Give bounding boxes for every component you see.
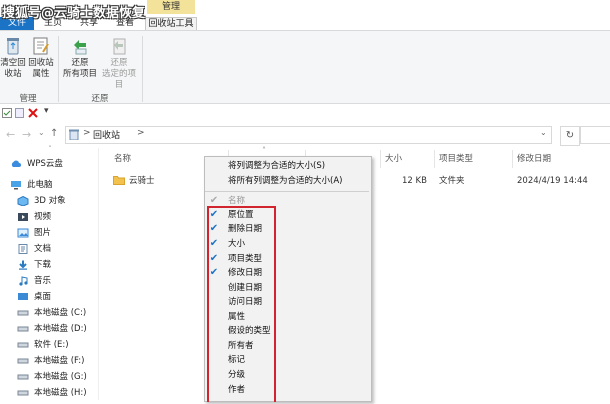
column-divider[interactable] (380, 150, 381, 168)
checkbox-icon[interactable] (2, 108, 12, 118)
computer-icon (10, 180, 22, 190)
nav-item-drive-f[interactable]: 本地磁盘 (F:) (17, 353, 84, 369)
ribbon-separator (58, 36, 59, 102)
recycle-bin-properties-button[interactable]: 回收站 属性 (28, 36, 54, 80)
watermark: 搜狐号@云骑士数据恢复 (2, 6, 146, 21)
group-label-restore: 还原 (91, 94, 109, 104)
column-header-type[interactable]: 项目类型 (439, 152, 473, 166)
back-arrow-icon[interactable]: ← (6, 128, 15, 141)
quick-access-toolbar (0, 104, 610, 124)
scroll-up-icon[interactable]: ˄ (2, 146, 98, 153)
column-divider[interactable] (434, 150, 435, 168)
drive-icon (17, 388, 29, 398)
highlight-box (207, 206, 276, 402)
column-divider[interactable] (512, 150, 513, 168)
drive-icon (17, 356, 29, 366)
desktop-icon (17, 292, 29, 302)
nav-item-this-pc[interactable]: 此电脑 (10, 177, 53, 193)
nav-item-downloads[interactable]: 下载 (17, 257, 51, 273)
restore-all-button[interactable]: 还原 所有项目 (62, 36, 98, 80)
empty-recycle-bin-button[interactable]: 清空回 收站 (0, 36, 26, 80)
nav-item-videos[interactable]: 视频 (17, 209, 51, 225)
cloud-icon (10, 159, 22, 169)
drive-icon (17, 324, 29, 334)
pictures-icon (17, 228, 29, 238)
manage-context-header: 管理 (147, 0, 195, 14)
search-input[interactable] (580, 126, 610, 144)
nav-item-wps-cloud[interactable]: WPS云盘 (10, 156, 63, 172)
breadcrumb-recycle-bin[interactable]: 回收站 (93, 128, 120, 141)
up-arrow-icon[interactable]: ↑ (50, 128, 58, 139)
address-dropdown-icon[interactable]: ⌄ (540, 128, 547, 137)
nav-item-drive-h[interactable]: 本地磁盘 (H:) (17, 385, 87, 401)
documents-icon (17, 243, 29, 254)
ribbon-separator (142, 36, 143, 102)
drive-icon (17, 372, 29, 382)
nav-item-drive-d[interactable]: 本地磁盘 (D:) (17, 321, 87, 337)
restore-selected-button[interactable]: 还原 选定的项目 (98, 36, 140, 91)
forward-arrow-icon[interactable]: → (22, 128, 31, 141)
recycle-bin-icon (68, 129, 80, 141)
menu-item-size-all-columns[interactable]: 将所有列调整为合适的大小(A) (228, 174, 342, 188)
refresh-icon[interactable]: ↻ (560, 126, 580, 146)
menu-separator (205, 191, 369, 192)
nav-item-music[interactable]: 音乐 (17, 273, 51, 289)
nav-item-drive-g[interactable]: 本地磁盘 (G:) (17, 369, 87, 385)
delete-icon[interactable] (27, 107, 39, 119)
column-header-modified[interactable]: 修改日期 (517, 152, 551, 166)
properties-icon[interactable] (15, 108, 24, 118)
drive-icon (17, 340, 29, 350)
breadcrumb-separator: > (83, 128, 91, 138)
3d-objects-icon (17, 195, 29, 207)
restore-selected-icon (109, 36, 129, 56)
qat-dropdown-icon[interactable]: ▾ (44, 106, 49, 116)
file-name: 云骑士 (129, 176, 155, 186)
nav-item-3d-objects[interactable]: 3D 对象 (17, 193, 66, 209)
nav-item-pictures[interactable]: 图片 (17, 225, 51, 241)
column-header-name[interactable]: 名称 (114, 152, 131, 166)
nav-pane-divider (98, 148, 99, 400)
breadcrumb-separator: > (137, 128, 145, 138)
video-icon (17, 212, 29, 222)
nav-item-desktop[interactable]: 桌面 (17, 289, 51, 305)
drive-icon (17, 308, 29, 318)
group-label-manage: 管理 (19, 94, 37, 104)
restore-all-icon (70, 36, 90, 56)
folder-icon (113, 175, 125, 185)
sort-chevron-icon: ˄ (262, 146, 266, 155)
nav-item-drive-c[interactable]: 本地磁盘 (C:) (17, 305, 86, 321)
music-icon (17, 275, 29, 286)
properties-icon (31, 36, 51, 56)
file-type: 文件夹 (439, 176, 465, 186)
file-size: 12 KB (402, 176, 427, 186)
download-icon (17, 260, 29, 270)
menu-item-size-column[interactable]: 将列调整为合适的大小(S) (228, 159, 325, 173)
nav-item-drive-e[interactable]: 软件 (E:) (17, 337, 69, 353)
recent-locations-icon[interactable]: ⌄ (38, 128, 45, 137)
nav-item-documents[interactable]: 文档 (17, 241, 51, 257)
recycle-empty-icon (3, 36, 23, 56)
tab-recycle-bin-tools[interactable]: 回收站工具 (145, 17, 197, 31)
column-header-size[interactable]: 大小 (385, 152, 402, 166)
file-modified: 2024/4/19 14:44 (517, 176, 588, 186)
